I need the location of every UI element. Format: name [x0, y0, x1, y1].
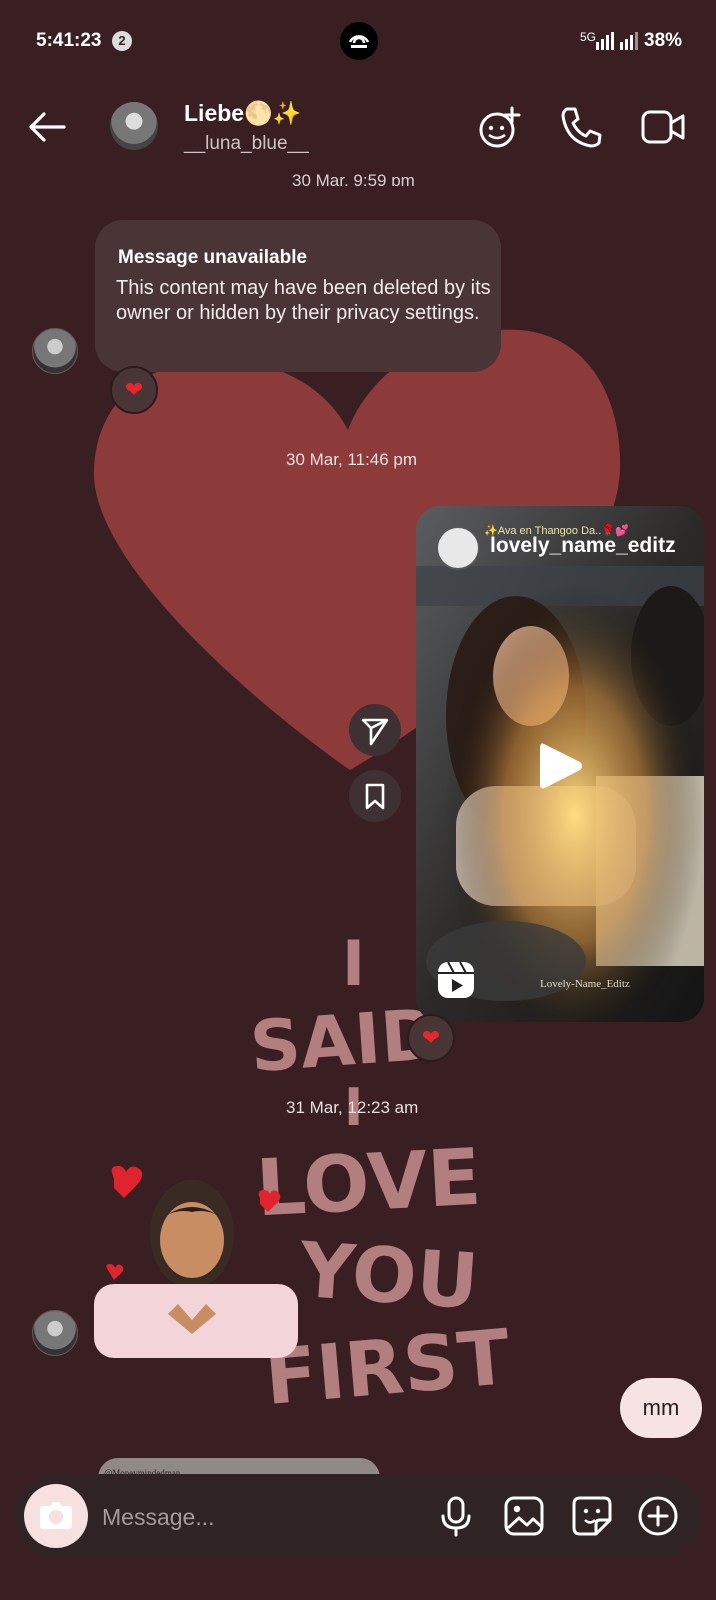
contact-name[interactable]: Liebe🌕✨ — [184, 100, 301, 127]
heart-reaction-icon[interactable]: ❤ — [407, 1014, 455, 1062]
share-button[interactable] — [349, 704, 401, 756]
status-bar: 5:41:23 2 5G 38% — [0, 0, 716, 80]
message-input[interactable] — [100, 1494, 424, 1540]
camera-button[interactable] — [24, 1484, 88, 1548]
hotspot-icon — [348, 35, 370, 48]
bg-word-first: FIRST — [261, 1312, 513, 1422]
unavailable-title: Message unavailable — [118, 247, 308, 268]
save-button[interactable] — [349, 770, 401, 822]
phone-call-icon[interactable] — [558, 104, 604, 150]
sticker-icon[interactable] — [570, 1494, 614, 1538]
contact-username[interactable]: __luna_blue__ — [184, 133, 309, 155]
reel-username[interactable]: lovely_name_editz — [490, 534, 676, 558]
heart-reaction-icon[interactable]: ❤ — [110, 366, 158, 414]
hotspot-indicator — [322, 22, 394, 60]
camera-icon — [40, 1502, 72, 1529]
reel-author-avatar[interactable] — [436, 526, 480, 570]
unavailable-body: This content may have been deleted by it… — [116, 277, 491, 324]
contact-avatar[interactable] — [110, 102, 158, 150]
sender-avatar[interactable] — [32, 328, 78, 374]
back-arrow-icon[interactable] — [26, 106, 68, 148]
date-separator-cut: 30 Mar, 9:59 pm — [292, 171, 415, 186]
effects-add-icon[interactable] — [477, 104, 523, 150]
play-icon[interactable] — [536, 740, 584, 792]
send-icon — [361, 718, 389, 746]
outgoing-message[interactable]: mm — [620, 1378, 702, 1438]
reels-icon — [438, 961, 474, 998]
status-time: 5:41:23 — [36, 30, 102, 51]
video-call-icon[interactable] — [640, 104, 686, 150]
gallery-icon[interactable] — [502, 1494, 546, 1538]
signal-icon — [596, 32, 638, 50]
avatar-sticker[interactable] — [94, 1164, 298, 1358]
notification-count-badge: 2 — [112, 31, 132, 51]
add-icon[interactable] — [636, 1494, 680, 1538]
network-label: 5G — [580, 30, 597, 44]
reel-watermark: Lovely-Name_Editz — [540, 978, 630, 990]
bookmark-icon — [365, 783, 385, 810]
sender-avatar[interactable] — [32, 1310, 78, 1356]
battery-level: 38% — [644, 30, 683, 51]
timestamp: 31 Mar, 12:23 am — [286, 1098, 419, 1117]
timestamp: 30 Mar, 11:46 pm — [286, 450, 418, 469]
bg-word-i1: I — [342, 927, 365, 1000]
chat-header — [0, 90, 716, 170]
bg-word-you: YOU — [296, 1225, 481, 1326]
microphone-icon[interactable] — [434, 1494, 478, 1538]
